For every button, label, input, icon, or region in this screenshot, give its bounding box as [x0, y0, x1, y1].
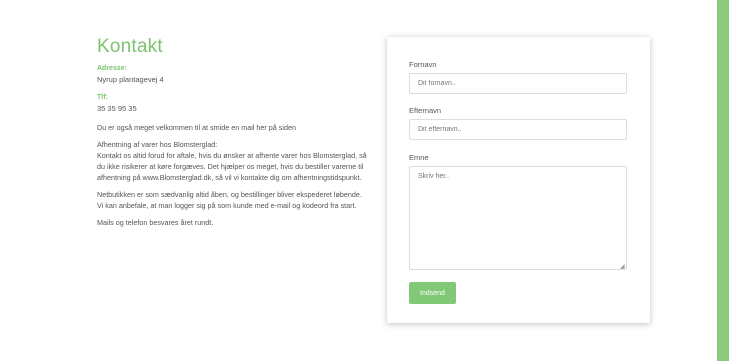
contact-form: Fornavn Efternavn Emne ◢ Indsend — [387, 37, 650, 323]
support-hours-text: Mails og telefon besvares året rundt. — [97, 218, 214, 227]
page-title: Kontakt — [97, 36, 163, 57]
mail-invite-text: Du er også meget velkommen til at smide … — [97, 123, 296, 132]
subject-label: Emne — [409, 153, 429, 162]
pickup-info-text: Afhentning af varer hos Blomsterglad: Ko… — [97, 140, 367, 182]
submit-button[interactable]: Indsend — [409, 282, 456, 304]
contact-info: Kontakt Adresse: Nyrup plantagevej 4 Tlf… — [97, 36, 367, 234]
phone-label: Tlf: — [97, 94, 108, 101]
firstname-label: Fornavn — [409, 60, 437, 69]
phone-value: 35 35 95 35 — [97, 104, 137, 113]
address-label: Adresse: — [97, 65, 127, 72]
firstname-input[interactable] — [409, 73, 627, 94]
webshop-info-text: Netbutikken er som sædvanlig altid åben,… — [97, 190, 362, 210]
address-value: Nyrup plantagevej 4 — [97, 75, 164, 84]
resize-handle-icon[interactable]: ◢ — [620, 263, 625, 270]
lastname-input[interactable] — [409, 119, 627, 140]
lastname-label: Efternavn — [409, 106, 442, 115]
subject-textarea[interactable] — [409, 166, 627, 270]
right-accent-bar — [717, 0, 729, 361]
